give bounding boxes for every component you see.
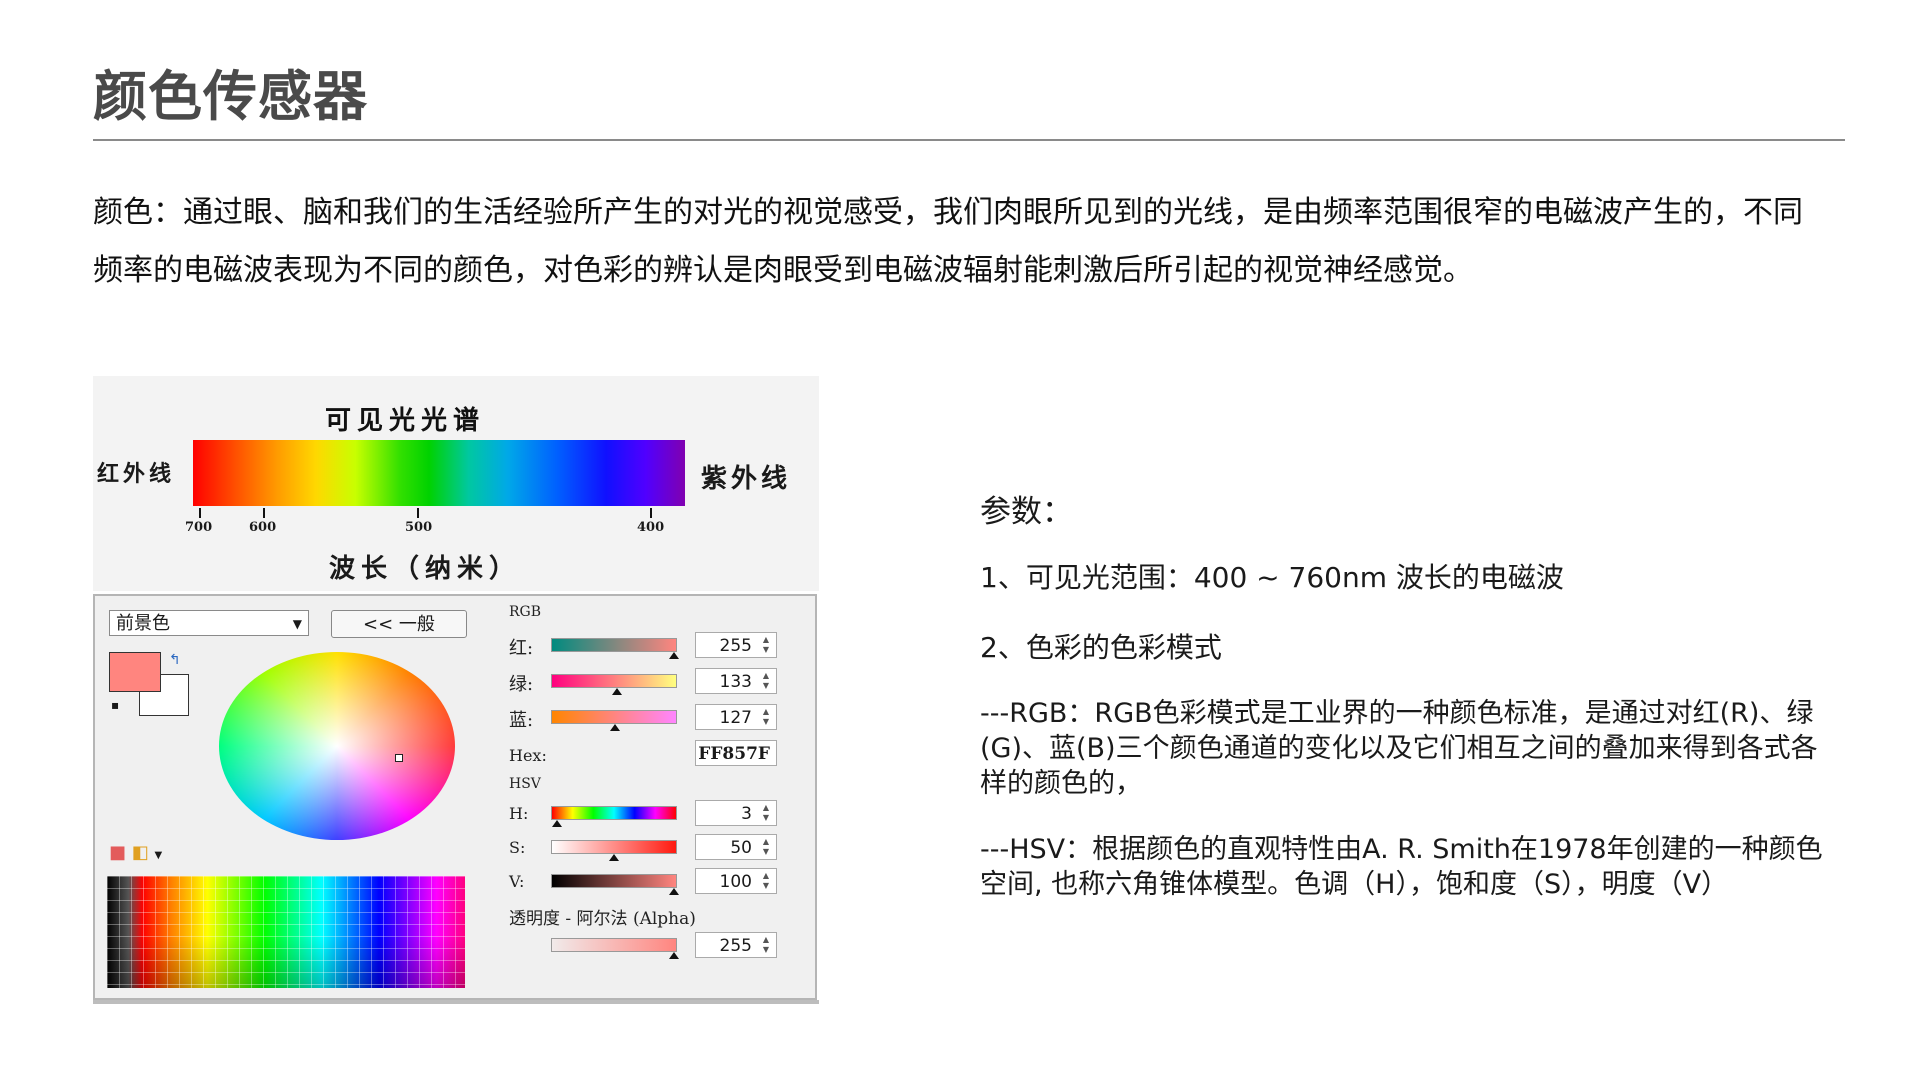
hue-slider[interactable] [551, 806, 677, 820]
intro-paragraph: 颜色：通过眼、脑和我们的生活经验所产生的对光的视觉感受，我们肉眼所见到的光线，是… [93, 195, 1803, 288]
add-color-icon[interactable]: ■ ◧ ▼ [109, 842, 162, 863]
color-target-dropdown[interactable]: 前景色 ▼ [109, 610, 309, 636]
chevron-down-icon: ▼ [292, 617, 302, 631]
rgb-section-label: RGB [509, 604, 542, 620]
color-picker-dialog: 前景色 ▼ << 一般 ↰ ▪ ■ ◧ ▼ RGB 红: 255 ▲ ▼ 绿: 13… [93, 594, 817, 1000]
color-picker-illustration: 可见光光谱 红外线 紫外线 700 600 500 400 波长（纳米） 前景色… [93, 376, 819, 1004]
dropdown-value: 前景色 [116, 613, 170, 634]
tick-mark [650, 508, 652, 518]
blue-value: 127 [719, 708, 752, 728]
tick-label: 700 [185, 520, 213, 535]
spinner-icon[interactable]: ▲ ▼ [758, 871, 774, 891]
panel-shadow [93, 1000, 819, 1004]
h-label: H: [509, 804, 529, 823]
blue-slider-thumb[interactable] [610, 724, 620, 731]
tick-label: 600 [249, 520, 277, 535]
wavelength-axis-label: 波长（纳米） [329, 554, 522, 584]
red-value-field[interactable]: 255 ▲ ▼ [695, 632, 777, 658]
alpha-value: 255 [719, 936, 752, 956]
tick-label: 400 [637, 520, 665, 535]
spectrum-title: 可见光光谱 [325, 406, 486, 436]
parameters-title: 参数： [980, 494, 1073, 530]
tick-mark [417, 508, 419, 518]
s-label: S: [509, 838, 526, 857]
green-label: 绿: [509, 674, 534, 695]
alpha-slider-thumb[interactable] [669, 952, 679, 959]
value-slider[interactable] [551, 874, 677, 888]
infrared-label: 红外线 [97, 461, 176, 487]
spectrum-bar [193, 440, 685, 506]
s-value: 50 [730, 838, 752, 858]
color-mode-item: 2、色彩的色彩模式 [980, 631, 1222, 664]
visible-spectrum-figure: 可见光光谱 红外线 紫外线 700 600 500 400 波长（纳米） [93, 376, 819, 591]
hex-label: Hex: [509, 746, 547, 765]
hue-slider-thumb[interactable] [552, 820, 562, 827]
red-slider-thumb[interactable] [669, 652, 679, 659]
s-value-field[interactable]: 50 ▲ ▼ [695, 834, 777, 860]
saturation-slider[interactable] [551, 840, 677, 854]
blue-label: 蓝: [509, 710, 534, 731]
green-slider[interactable] [551, 674, 677, 688]
red-value: 255 [719, 636, 752, 656]
h-value: 3 [741, 804, 752, 824]
hsv-description: ---HSV：根据颜色的直观特性由A. R. Smith在1978年创建的一种颜… [980, 834, 1823, 900]
color-wheel-marker[interactable] [395, 754, 403, 762]
v-value-field[interactable]: 100 ▲ ▼ [695, 868, 777, 894]
h-value-field[interactable]: 3 ▲ ▼ [695, 800, 777, 826]
rgb-description: ---RGB：RGB色彩模式是工业界的一种颜色标准，是通过对红(R)、绿(G)、… [980, 698, 1818, 799]
general-mode-button[interactable]: << 一般 [331, 610, 467, 638]
reset-colors-icon[interactable]: ▪ [111, 698, 129, 712]
palette-cells [107, 876, 465, 988]
saturation-slider-thumb[interactable] [609, 854, 619, 861]
tick-mark [263, 508, 265, 518]
tick-label: 500 [405, 520, 433, 535]
visible-range-item: 1、可见光范围：400 ~ 760nm 波长的电磁波 [980, 561, 1564, 594]
blue-slider[interactable] [551, 710, 677, 724]
page-title: 颜色传感器 [93, 65, 368, 128]
spinner-icon[interactable]: ▲ ▼ [758, 707, 774, 727]
spinner-icon[interactable]: ▲ ▼ [758, 837, 774, 857]
spinner-icon[interactable]: ▲ ▼ [758, 635, 774, 655]
spinner-icon[interactable]: ▲ ▼ [758, 935, 774, 955]
foreground-color-swatch[interactable] [109, 652, 161, 692]
alpha-value-field[interactable]: 255 ▲ ▼ [695, 932, 777, 958]
tick-mark [199, 508, 201, 518]
green-slider-thumb[interactable] [612, 688, 622, 695]
ultraviolet-label: 紫外线 [701, 464, 792, 494]
alpha-label: 透明度 - 阿尔法 (Alpha) [509, 909, 696, 929]
v-value: 100 [719, 872, 752, 892]
alpha-slider[interactable] [551, 938, 677, 952]
title-divider [93, 139, 1845, 141]
value-slider-thumb[interactable] [669, 888, 679, 895]
spinner-icon[interactable]: ▲ ▼ [758, 671, 774, 691]
green-value-field[interactable]: 133 ▲ ▼ [695, 668, 777, 694]
hsv-section-label: HSV [509, 776, 541, 792]
red-slider[interactable] [551, 638, 677, 652]
spinner-icon[interactable]: ▲ ▼ [758, 803, 774, 823]
hex-value-field[interactable]: FF857F [695, 740, 777, 766]
red-label: 红: [509, 638, 534, 659]
color-wheel[interactable] [219, 652, 455, 840]
swap-colors-icon[interactable]: ↰ [169, 652, 181, 668]
v-label: V: [509, 872, 525, 891]
blue-value-field[interactable]: 127 ▲ ▼ [695, 704, 777, 730]
green-value: 133 [719, 672, 752, 692]
